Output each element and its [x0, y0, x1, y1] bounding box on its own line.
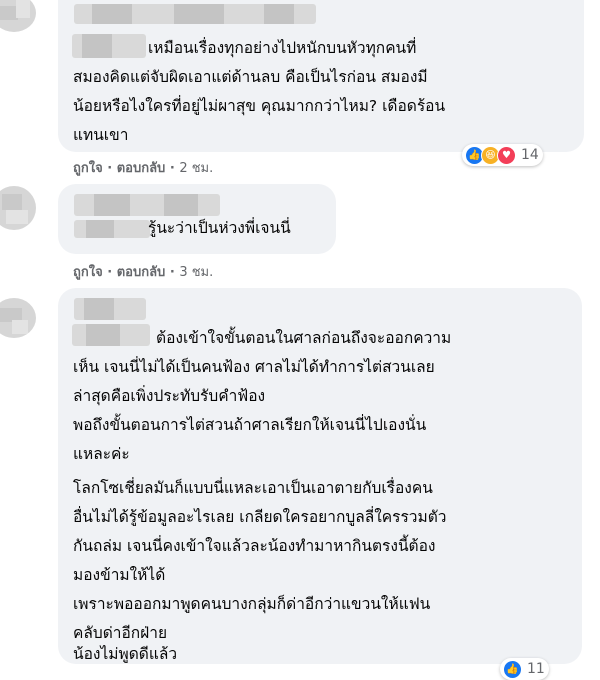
comment-text-line: ล่าสุดคือเพิ่งประทับรับคำฟ้อง	[73, 387, 266, 405]
comment-timestamp[interactable]: 3 ชม.	[179, 265, 213, 280]
comment-text-line: แหละค่ะ	[73, 445, 130, 463]
separator-dot: ·	[107, 161, 117, 176]
reaction-summary[interactable]: 👍 11	[500, 658, 549, 680]
commenter-name-blurred[interactable]	[74, 4, 316, 24]
commenter-name-blurred[interactable]	[74, 298, 146, 320]
love-icon: ♥	[497, 145, 516, 165]
separator-dot: ·	[107, 265, 117, 280]
commenter-name-blurred[interactable]	[74, 194, 220, 216]
comment-actions: ถูกใจ · ตอบกลับ · 3 ชม.	[73, 261, 213, 282]
comment-text-line: สมองคิดแต่จับผิดเอาแต่ด้านลบ คือเป็นไรก่…	[73, 68, 428, 86]
comment-actions: ถูกใจ · ตอบกลับ · 2 ชม.	[73, 157, 213, 178]
comment-text-line: โลกโซเชี่ยลมันก็แบบนี่แหละเอาเป็นเอาตายก…	[73, 479, 433, 497]
reply-button[interactable]: ตอบกลับ	[117, 265, 166, 280]
comment-text-line: เพราะพอออกมาพูดคนบางกลุ่มก็ด่าอีกว่าแขวน…	[73, 595, 431, 613]
comment-text-line: อื่นไม่ได้รู้ข้อมูลอะไรเลย เกลียดใครอยาก…	[73, 508, 447, 526]
reaction-summary[interactable]: 👍 😆 ♥ 14	[462, 144, 543, 166]
reply-button[interactable]: ตอบกลับ	[117, 161, 166, 176]
like-button[interactable]: ถูกใจ	[73, 265, 103, 280]
comment-text-line: เห็น เจนนี่ไม่ได้เป็นคนฟ้อง ศาลไม่ได้ทำก…	[73, 358, 435, 376]
comment-text-line: มองข้ามให้ได้	[73, 566, 166, 584]
commenter-avatar[interactable]	[0, 0, 36, 32]
like-icon: 👍	[503, 659, 522, 679]
comment-timestamp[interactable]: 2 ชม.	[179, 161, 213, 176]
comment-text-line: ต้องเข้าใจขั้นตอนในศาลก่อนถึงจะออกความ	[156, 329, 452, 347]
separator-dot: ·	[169, 265, 180, 280]
comment-text-line: รู้นะว่าเป็นห่วงพี่เจนนี่	[148, 219, 291, 237]
commenter-name-blurred	[72, 324, 150, 346]
comment-text-line: น้อยหรือไงใครที่อยู่ไม่ผาสุข คุณมากกว่าไ…	[73, 97, 446, 115]
reaction-count: 14	[521, 147, 539, 163]
like-button[interactable]: ถูกใจ	[73, 161, 103, 176]
comment-text-line: พอถึงขั้นตอนการไต่สวนถ้าศาลเรียกให้เจนนี…	[73, 416, 427, 434]
commenter-name-blurred	[72, 34, 146, 58]
separator-dot: ·	[169, 161, 180, 176]
comment-text-line: เหมือนเรื่องทุกอย่างไปหนักบนหัวทุกคนที่	[148, 39, 417, 57]
comment-text-line: น้องไม่พูดดีแล้ว	[73, 645, 178, 663]
commenter-name-blurred	[74, 220, 150, 238]
commenter-avatar[interactable]	[0, 186, 36, 230]
commenter-avatar[interactable]	[0, 298, 36, 338]
comment-text-line: แทนเขา	[73, 126, 129, 144]
comment-text-line: กันถล่ม เจนนี่คงเข้าใจแล้วละน้องทำมาหากิ…	[73, 537, 436, 555]
